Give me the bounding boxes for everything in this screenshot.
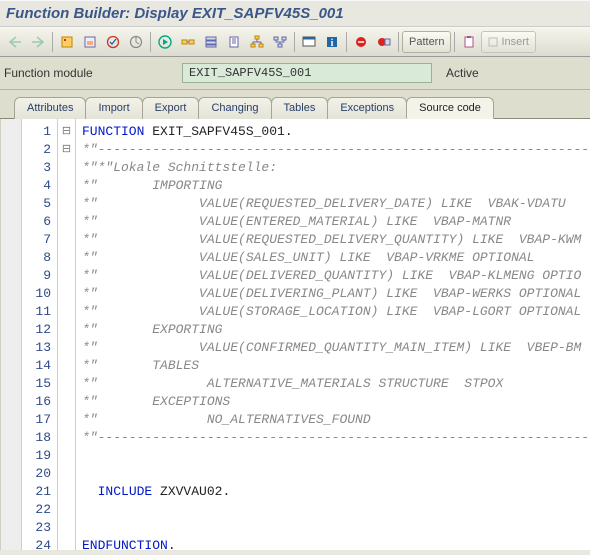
tabs: Attributes Import Export Changing Tables…: [0, 96, 590, 119]
code-editor[interactable]: 1 2 3 4 5 6 7 8 9 10 11 12 13 14 15 16 1…: [0, 119, 590, 550]
tab-exceptions[interactable]: Exceptions: [327, 97, 407, 119]
back-icon[interactable]: [4, 31, 26, 53]
hierarchy-icon[interactable]: [246, 31, 268, 53]
margin-bar: [0, 119, 22, 550]
fold-column: ⊟ ⊟: [58, 119, 76, 550]
pattern-button[interactable]: Pattern: [402, 31, 451, 53]
object-list-icon[interactable]: [200, 31, 222, 53]
separator: [150, 32, 151, 52]
tree-icon[interactable]: [269, 31, 291, 53]
display-object-icon[interactable]: [56, 31, 78, 53]
where-used-icon[interactable]: [177, 31, 199, 53]
tab-tables[interactable]: Tables: [271, 97, 329, 119]
info-icon[interactable]: i: [321, 31, 343, 53]
svg-text:i: i: [331, 38, 334, 49]
tab-source[interactable]: Source code: [406, 97, 494, 119]
breakpoint-icon[interactable]: [350, 31, 372, 53]
tab-changing[interactable]: Changing: [198, 97, 271, 119]
insert-label: Insert: [501, 36, 529, 48]
separator: [346, 32, 347, 52]
separator: [454, 32, 455, 52]
insert-button[interactable]: Insert: [481, 31, 536, 53]
clipboard-icon[interactable]: [458, 31, 480, 53]
tab-import[interactable]: Import: [85, 97, 142, 119]
navigation-icon[interactable]: [223, 31, 245, 53]
screen-icon[interactable]: [298, 31, 320, 53]
module-label: Function module: [4, 66, 174, 80]
status-label: Active: [440, 66, 479, 80]
activate-icon[interactable]: [125, 31, 147, 53]
breakpoint2-icon[interactable]: [373, 31, 395, 53]
line-gutter: 1 2 3 4 5 6 7 8 9 10 11 12 13 14 15 16 1…: [22, 119, 58, 550]
code-area[interactable]: FUNCTION EXIT_SAPFV45S_001. *"----------…: [76, 119, 590, 550]
module-field[interactable]: [182, 63, 432, 83]
separator: [398, 32, 399, 52]
separator: [52, 32, 53, 52]
check-icon[interactable]: [102, 31, 124, 53]
tab-export[interactable]: Export: [142, 97, 200, 119]
toolbar: i Pattern Insert: [0, 27, 590, 57]
other-object-icon[interactable]: [79, 31, 101, 53]
separator: [294, 32, 295, 52]
module-row: Function module Active: [0, 57, 590, 90]
titlebar: Function Builder: Display EXIT_SAPFV45S_…: [0, 0, 590, 27]
tabs-area: Attributes Import Export Changing Tables…: [0, 90, 590, 550]
forward-icon[interactable]: [27, 31, 49, 53]
execute-icon[interactable]: [154, 31, 176, 53]
pattern-label: Pattern: [409, 36, 444, 48]
page-title: Function Builder: Display EXIT_SAPFV45S_…: [6, 5, 344, 22]
tab-attributes[interactable]: Attributes: [14, 97, 86, 119]
